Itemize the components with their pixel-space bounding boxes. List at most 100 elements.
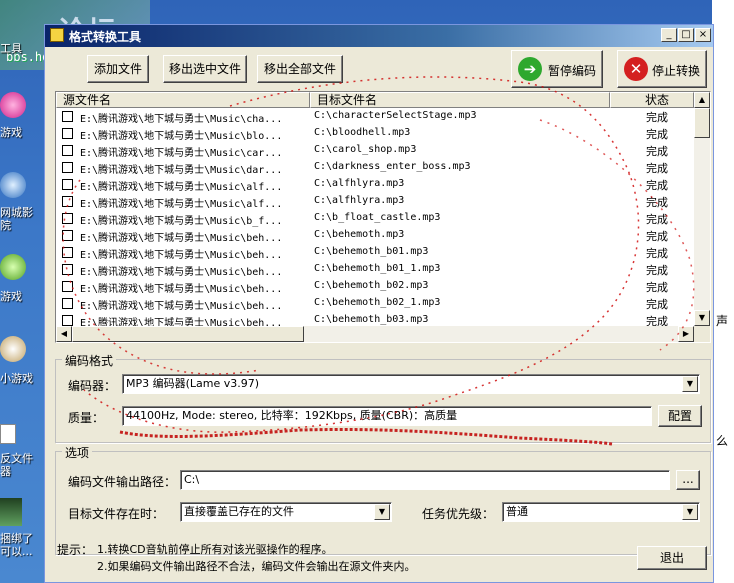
title-bar[interactable]: 格式转换工具 _ □ × — [45, 25, 713, 47]
target-cell: C:\behemoth.mp3 — [314, 229, 405, 240]
stop-x-icon: ✕ — [624, 57, 648, 81]
table-row[interactable]: E:\腾讯游戏\地下城与勇士\Music\blo... C:\bloodhell.… — [56, 125, 694, 142]
target-cell: C:\behemoth_b03.mp3 — [314, 314, 429, 325]
output-path-label: 编码文件输出路径： — [68, 475, 177, 489]
file-list[interactable]: 源文件名 目标文件名 状态 E:\腾讯游戏\地下城与勇士\Music\cha..… — [55, 91, 711, 343]
target-cell: C:\behemoth_b02.mp3 — [314, 280, 429, 291]
status-cell: 完成 — [646, 230, 668, 243]
browse-button[interactable]: ... — [676, 470, 700, 490]
game-icon[interactable] — [0, 336, 26, 362]
file-icon[interactable] — [0, 424, 16, 444]
table-row[interactable]: E:\腾讯游戏\地下城与勇士\Music\beh... C:\behemoth_b… — [56, 278, 694, 295]
close-button[interactable]: × — [695, 28, 711, 42]
table-row[interactable]: E:\腾讯游戏\地下城与勇士\Music\alf... C:\alfhlyra.m… — [56, 193, 694, 210]
app-icon[interactable] — [0, 498, 22, 526]
status-cell: 完成 — [646, 196, 668, 209]
target-cell: C:\carol_shop.mp3 — [314, 144, 417, 155]
game-icon[interactable] — [0, 92, 26, 118]
scroll-up-arrow[interactable]: ▲ — [694, 92, 710, 108]
target-cell: C:\alfhlyra.mp3 — [314, 178, 405, 189]
desktop-icon-label[interactable]: 网城影 院 — [0, 206, 33, 232]
source-cell: E:\腾讯游戏\地下城与勇士\Music\b_f... — [80, 216, 283, 227]
horizontal-scrollbar[interactable]: ◀ ▶ — [56, 326, 710, 342]
desktop-icon-label[interactable]: 工具 — [0, 42, 22, 55]
table-row[interactable]: E:\腾讯游戏\地下城与勇士\Music\beh... C:\behemoth.m… — [56, 227, 694, 244]
table-row[interactable]: E:\腾讯游戏\地下城与勇士\Music\cha... C:\characterS… — [56, 108, 694, 125]
scroll-thumb[interactable] — [694, 108, 710, 138]
row-checkbox[interactable] — [62, 281, 73, 292]
scroll-right-arrow[interactable]: ▶ — [678, 326, 694, 342]
column-header-target[interactable]: 目标文件名 — [310, 92, 610, 108]
browser-icon[interactable] — [0, 172, 26, 198]
row-checkbox[interactable] — [62, 162, 73, 173]
desktop-icon-label[interactable]: 游戏 — [0, 126, 22, 139]
status-cell: 完成 — [646, 145, 668, 158]
remove-all-button[interactable]: 移出全部文件 — [257, 55, 343, 83]
background-text: 么 — [716, 434, 729, 448]
exit-button[interactable]: 退出 — [637, 546, 707, 570]
table-row[interactable]: E:\腾讯游戏\地下城与勇士\Music\car... C:\carol_shop… — [56, 142, 694, 159]
output-path-input[interactable]: C:\ — [180, 470, 670, 490]
remove-selected-button[interactable]: 移出选中文件 — [163, 55, 247, 83]
row-checkbox[interactable] — [62, 298, 73, 309]
chevron-down-icon[interactable]: ▼ — [682, 504, 698, 520]
source-cell: E:\腾讯游戏\地下城与勇士\Music\beh... — [80, 284, 283, 295]
table-row[interactable]: E:\腾讯游戏\地下城与勇士\Music\beh... C:\behemoth_b… — [56, 244, 694, 261]
file-exists-select[interactable]: 直接覆盖已存在的文件 ▼ — [180, 502, 392, 522]
row-checkbox[interactable] — [62, 230, 73, 241]
desktop-icon-label[interactable]: 小游戏 — [0, 372, 33, 385]
window-title: 格式转换工具 — [69, 30, 142, 44]
encoder-value: MP3 编码器(Lame v3.97) — [126, 377, 260, 390]
column-header-status[interactable]: 状态 — [610, 92, 694, 108]
table-row[interactable]: E:\腾讯游戏\地下城与勇士\Music\dar... C:\darkness_e… — [56, 159, 694, 176]
vertical-scrollbar[interactable]: ▲ ▼ — [694, 92, 710, 326]
row-checkbox[interactable] — [62, 247, 73, 258]
encoding-group-title: 编码格式 — [62, 352, 117, 369]
stop-convert-button[interactable]: ✕ 停止转换 — [617, 50, 707, 88]
row-checkbox[interactable] — [62, 315, 73, 326]
source-cell: E:\腾讯游戏\地下城与勇士\Music\dar... — [80, 165, 283, 176]
row-checkbox[interactable] — [62, 111, 73, 122]
chevron-down-icon[interactable]: ▼ — [682, 376, 698, 392]
column-header-source[interactable]: 源文件名 — [56, 92, 310, 108]
game-icon[interactable] — [0, 254, 26, 280]
target-cell: C:\behemoth_b01_1.mp3 — [314, 263, 441, 274]
desktop-icon-label[interactable]: 捆绑了 可以... — [0, 532, 33, 558]
source-cell: E:\腾讯游戏\地下城与勇士\Music\beh... — [80, 250, 283, 261]
row-checkbox[interactable] — [62, 196, 73, 207]
source-cell: E:\腾讯游戏\地下城与勇士\Music\beh... — [80, 301, 283, 312]
pause-encode-button[interactable]: ➔ 暂停编码 — [511, 50, 603, 88]
add-file-button[interactable]: 添加文件 — [87, 55, 149, 83]
table-row[interactable]: E:\腾讯游戏\地下城与勇士\Music\alf... C:\alfhlyra.m… — [56, 176, 694, 193]
config-button[interactable]: 配置 — [658, 405, 702, 427]
table-row[interactable]: E:\腾讯游戏\地下城与勇士\Music\beh... C:\behemoth_b… — [56, 261, 694, 278]
pause-encode-label: 暂停编码 — [548, 64, 597, 78]
background-window-edge: 声 么 — [712, 0, 734, 583]
scroll-down-arrow[interactable]: ▼ — [694, 310, 710, 326]
row-checkbox[interactable] — [62, 128, 73, 139]
scroll-left-arrow[interactable]: ◀ — [56, 326, 72, 342]
maximize-button[interactable]: □ — [678, 28, 694, 42]
encoder-select[interactable]: MP3 编码器(Lame v3.97) ▼ — [122, 374, 700, 394]
desktop-icon-label[interactable]: 反文件 器 — [0, 452, 33, 478]
background-text: 声 — [716, 314, 729, 328]
quality-field[interactable]: 44100Hz, Mode: stereo, 比特率：192Kbps, 质量(C… — [122, 406, 652, 426]
target-cell: C:\darkness_enter_boss.mp3 — [314, 161, 471, 172]
row-checkbox[interactable] — [62, 145, 73, 156]
scroll-thumb[interactable] — [72, 326, 304, 342]
scrollbar-corner — [694, 326, 710, 342]
chevron-down-icon[interactable]: ▼ — [374, 504, 390, 520]
stop-convert-label: 停止转换 — [652, 64, 701, 78]
row-checkbox[interactable] — [62, 179, 73, 190]
table-row[interactable]: E:\腾讯游戏\地下城与勇士\Music\beh... C:\behemoth_b… — [56, 295, 694, 312]
row-checkbox[interactable] — [62, 264, 73, 275]
source-cell: E:\腾讯游戏\地下城与勇士\Music\cha... — [80, 114, 283, 125]
status-cell: 完成 — [646, 179, 668, 192]
target-cell: C:\characterSelectStage.mp3 — [314, 110, 477, 121]
minimize-button[interactable]: _ — [661, 28, 677, 42]
table-row[interactable]: E:\腾讯游戏\地下城与勇士\Music\b_f... C:\b_float_ca… — [56, 210, 694, 227]
target-cell: C:\alfhlyra.mp3 — [314, 195, 405, 206]
priority-select[interactable]: 普通 ▼ — [502, 502, 700, 522]
desktop-icon-label[interactable]: 游戏 — [0, 290, 22, 303]
row-checkbox[interactable] — [62, 213, 73, 224]
